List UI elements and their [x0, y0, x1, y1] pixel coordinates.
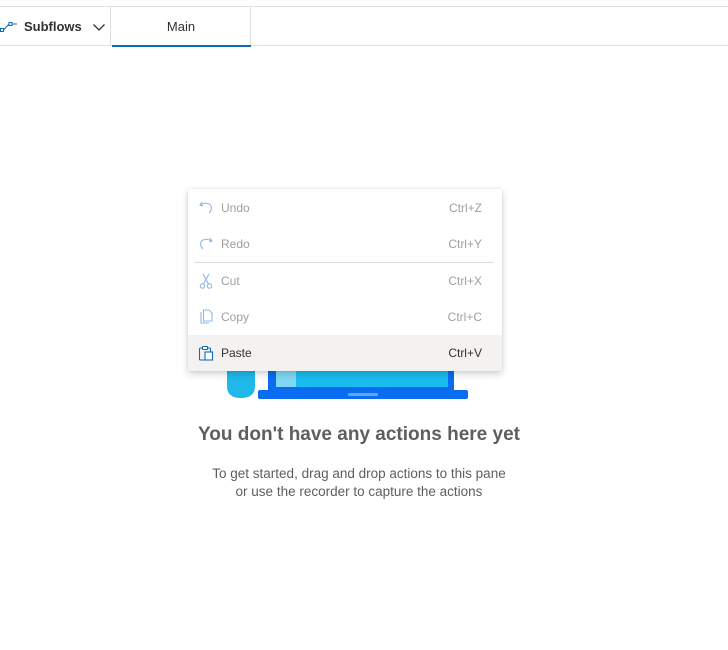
- cut-icon: [198, 273, 214, 289]
- menu-item-paste-label: Paste: [221, 346, 252, 360]
- subflows-label: Subflows: [24, 19, 82, 34]
- active-tab-indicator: [112, 45, 251, 47]
- menu-item-paste[interactable]: Paste Ctrl+V: [188, 335, 502, 371]
- menu-item-cut-shortcut: Ctrl+X: [448, 274, 482, 288]
- paste-icon: [198, 345, 214, 361]
- empty-state-subtitle-line2: or use the recorder to capture the actio…: [235, 484, 483, 499]
- undo-icon: [198, 200, 214, 216]
- subflow-icon: [0, 21, 17, 32]
- tab-bar: Subflows Main: [0, 6, 728, 47]
- empty-state-subtitle: To get started, drag and drop actions to…: [0, 465, 718, 501]
- menu-item-undo-shortcut: Ctrl+Z: [449, 201, 482, 215]
- menu-item-copy-shortcut: Ctrl+C: [447, 310, 482, 324]
- redo-icon: [198, 236, 214, 252]
- menu-item-copy-label: Copy: [221, 310, 250, 324]
- chevron-down-icon: [92, 23, 105, 31]
- copy-icon: [198, 309, 214, 325]
- tab-main[interactable]: Main: [112, 7, 251, 47]
- menu-item-cut[interactable]: Cut Ctrl+X: [188, 263, 502, 299]
- menu-item-redo-label: Redo: [221, 237, 250, 251]
- tab-main-label: Main: [166, 19, 196, 34]
- menu-item-redo[interactable]: Redo Ctrl+Y: [188, 226, 502, 262]
- menu-item-undo[interactable]: Undo Ctrl+Z: [188, 190, 502, 226]
- menu-item-paste-shortcut: Ctrl+V: [448, 346, 482, 360]
- menu-item-redo-shortcut: Ctrl+Y: [448, 237, 482, 251]
- empty-state-title: You don't have any actions here yet: [198, 424, 520, 445]
- menu-item-copy[interactable]: Copy Ctrl+C: [188, 299, 502, 335]
- menu-item-cut-label: Cut: [221, 274, 240, 288]
- mug-shape: [227, 368, 255, 398]
- laptop-hinge: [348, 393, 378, 396]
- context-menu: Undo Ctrl+Z Redo Ctrl+Y Cut Ctrl+X Copy …: [188, 189, 502, 371]
- subflows-dropdown[interactable]: Subflows: [0, 7, 111, 46]
- menu-item-undo-label: Undo: [221, 201, 250, 215]
- empty-state-subtitle-line1: To get started, drag and drop actions to…: [212, 466, 506, 481]
